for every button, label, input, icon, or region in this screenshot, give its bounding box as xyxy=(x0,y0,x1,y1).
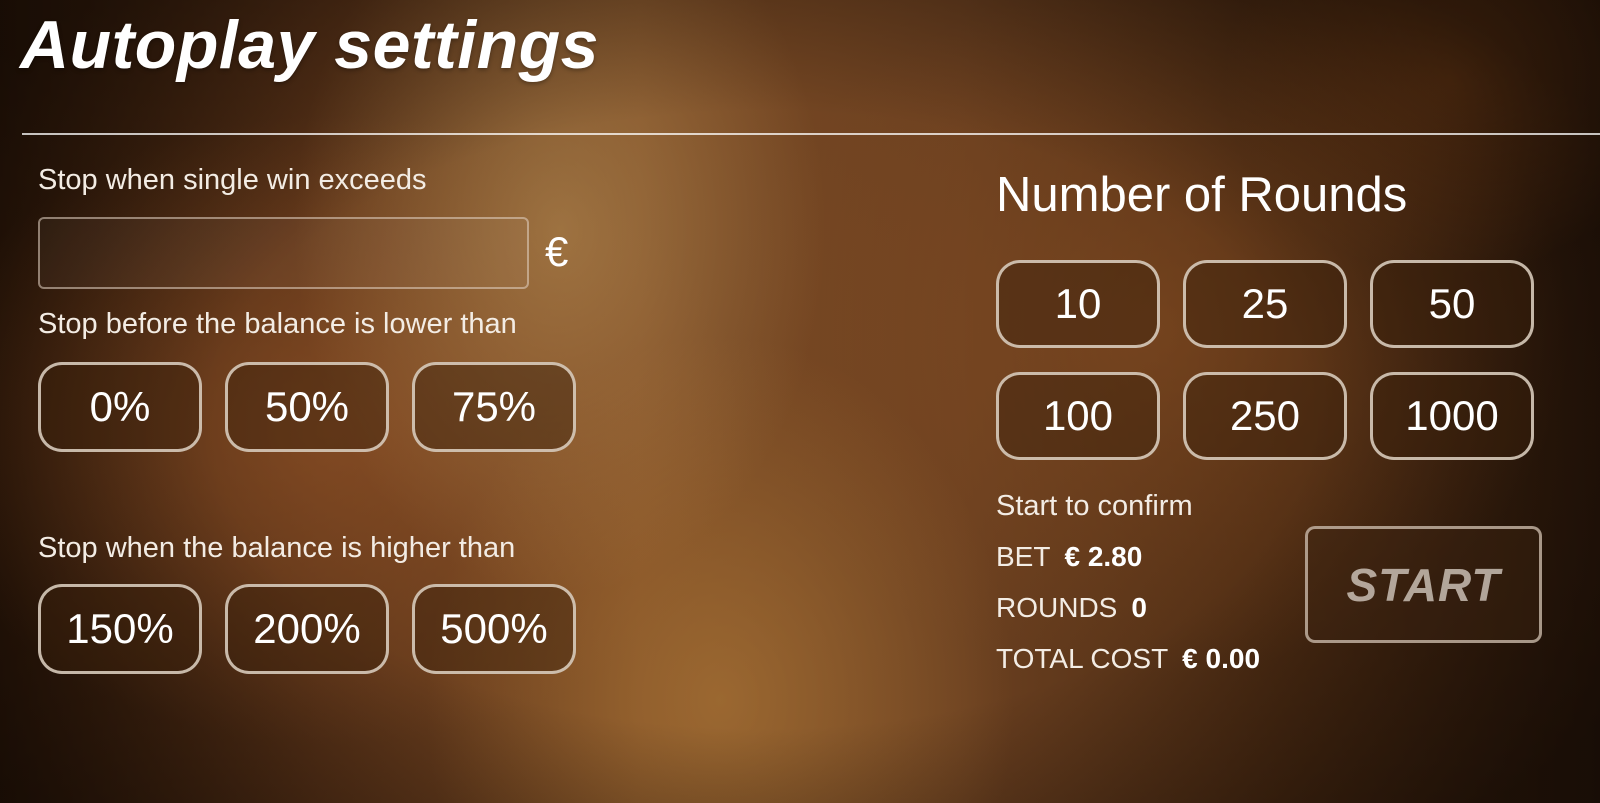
bet-summary-row: BET € 2.80 xyxy=(996,541,1142,573)
win-limit-option-150[interactable]: 150% xyxy=(38,584,202,674)
bet-label: BET xyxy=(996,541,1051,572)
total-cost-summary-row: TOTAL COST € 0.00 xyxy=(996,643,1260,675)
rounds-summary-value: 0 xyxy=(1131,592,1147,623)
rounds-title: Number of Rounds xyxy=(996,168,1408,222)
loss-limit-option-0[interactable]: 0% xyxy=(38,362,202,452)
rounds-option-25[interactable]: 25 xyxy=(1183,260,1347,348)
win-limit-option-200[interactable]: 200% xyxy=(225,584,389,674)
win-limit-label: Stop when the balance is higher than xyxy=(38,532,516,564)
loss-limit-label: Stop before the balance is lower than xyxy=(38,308,517,340)
start-to-confirm-label: Start to confirm xyxy=(996,490,1193,522)
loss-limit-option-50[interactable]: 50% xyxy=(225,362,389,452)
single-win-label: Stop when single win exceeds xyxy=(38,164,427,196)
rounds-option-50[interactable]: 50 xyxy=(1370,260,1534,348)
loss-limit-option-75[interactable]: 75% xyxy=(412,362,576,452)
page-title: Autoplay settings xyxy=(20,7,599,83)
rounds-option-1000[interactable]: 1000 xyxy=(1370,372,1534,460)
rounds-summary-label: ROUNDS xyxy=(996,592,1118,623)
win-limit-option-500[interactable]: 500% xyxy=(412,584,576,674)
rounds-option-250[interactable]: 250 xyxy=(1183,372,1347,460)
rounds-summary-row: ROUNDS 0 xyxy=(996,592,1147,624)
single-win-input[interactable] xyxy=(38,217,529,289)
start-button[interactable]: START xyxy=(1305,526,1542,643)
rounds-option-100[interactable]: 100 xyxy=(996,372,1160,460)
currency-symbol: € xyxy=(545,228,569,275)
total-cost-label: TOTAL COST xyxy=(996,643,1169,674)
rounds-option-10[interactable]: 10 xyxy=(996,260,1160,348)
title-divider xyxy=(22,133,1600,135)
bet-value: € 2.80 xyxy=(1064,541,1143,572)
total-cost-value: € 0.00 xyxy=(1182,643,1261,674)
